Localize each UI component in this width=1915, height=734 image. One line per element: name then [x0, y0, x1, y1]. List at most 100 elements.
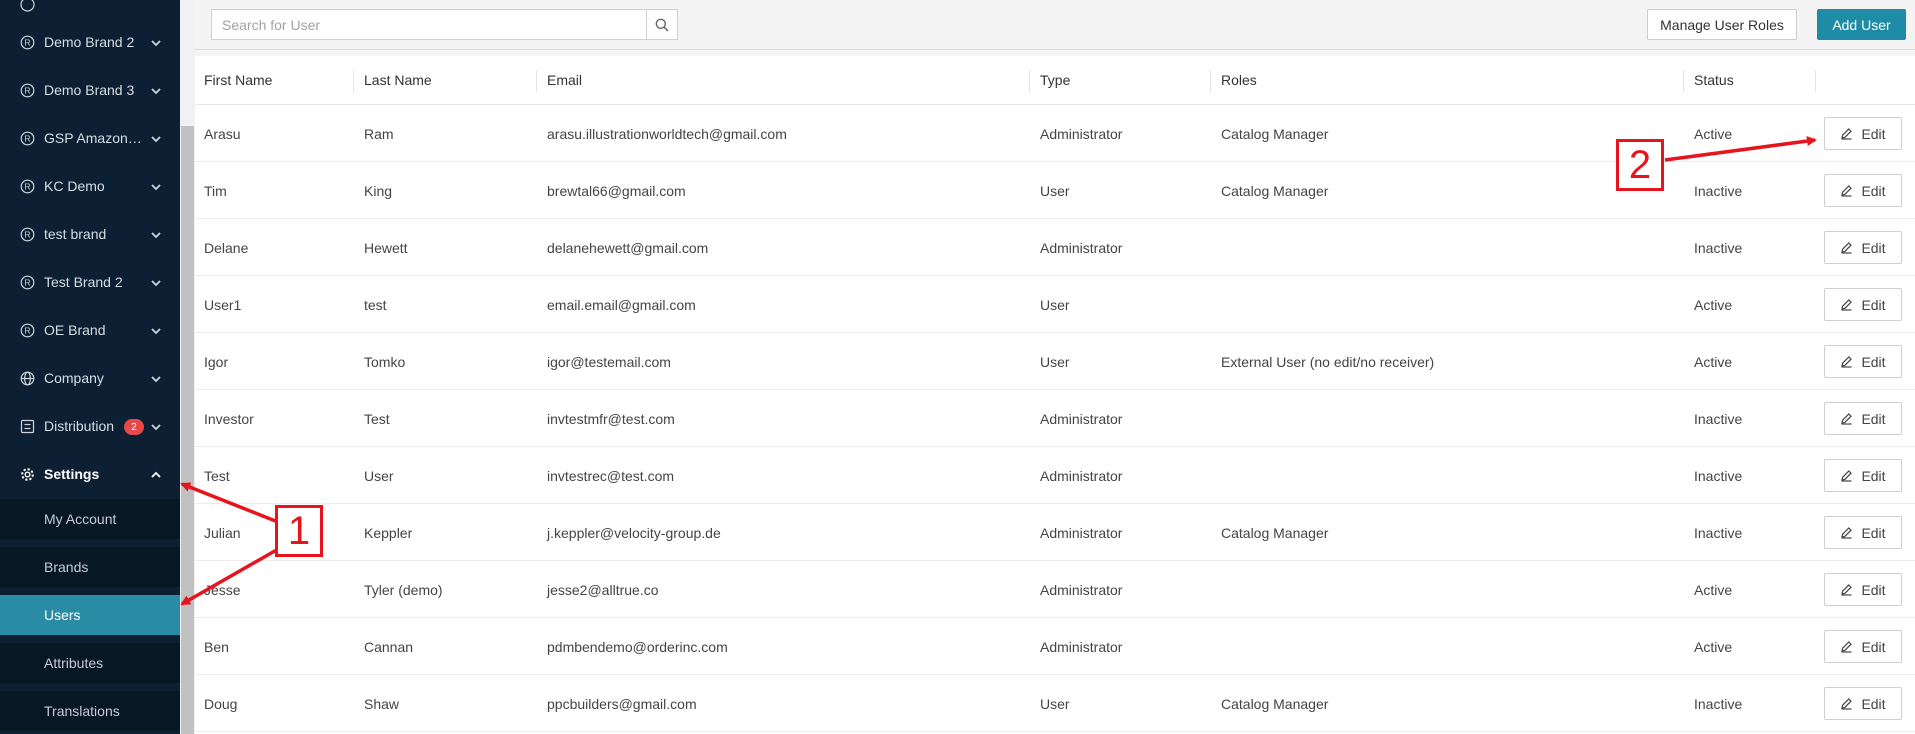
- sidebar-subitem-my-account[interactable]: My Account: [0, 499, 180, 539]
- pencil-icon: [1841, 356, 1853, 368]
- svg-text:R: R: [24, 229, 30, 239]
- edit-button[interactable]: Edit: [1824, 687, 1902, 720]
- sidebar-item-kc-demo[interactable]: R KC Demo: [0, 162, 180, 210]
- cell-email: j.keppler@velocity-group.de: [547, 524, 721, 541]
- cell-roles: [1212, 561, 1685, 618]
- cell-roles: Catalog Manager: [1221, 524, 1329, 541]
- gear-icon: [20, 467, 35, 482]
- cell-last-name: Tyler (demo): [364, 581, 443, 598]
- edit-label: Edit: [1861, 182, 1886, 199]
- cell-last-name: Test: [364, 410, 390, 427]
- edit-button[interactable]: Edit: [1824, 117, 1902, 150]
- sidebar-item-demo-brand-2[interactable]: R Demo Brand 2: [0, 18, 180, 66]
- chevron-down-icon: [150, 372, 162, 384]
- column-divider: [353, 70, 354, 92]
- cell-roles: [1212, 447, 1685, 504]
- search-button[interactable]: [646, 10, 677, 39]
- cell-email: brewtal66@gmail.com: [547, 182, 686, 199]
- cell-type: User: [1040, 182, 1070, 199]
- table-row: Delane Hewett delanehewett@gmail.com Admini…: [195, 219, 1915, 276]
- column-divider: [1815, 70, 1816, 92]
- sidebar-item-gsp-amazon-test[interactable]: R GSP Amazon test: [0, 114, 180, 162]
- pencil-icon: [1841, 584, 1853, 596]
- manage-user-roles-button[interactable]: Manage User Roles: [1647, 9, 1797, 40]
- edit-button[interactable]: Edit: [1824, 288, 1902, 321]
- cell-status: Active: [1694, 125, 1733, 142]
- edit-label: Edit: [1861, 695, 1886, 712]
- sidebar-item-company[interactable]: Company: [0, 354, 180, 402]
- table-row: Investor Test invtestmfr@test.com Administr…: [195, 390, 1915, 447]
- edit-label: Edit: [1861, 239, 1886, 256]
- table-row: Julian Keppler j.keppler@velocity-group.de…: [195, 504, 1915, 561]
- sidebar-scrollbar-thumb[interactable]: [181, 126, 194, 734]
- column-header-email[interactable]: Email: [538, 56, 1031, 105]
- edit-button[interactable]: Edit: [1824, 402, 1902, 435]
- sidebar-item-demo-brand-3[interactable]: R Demo Brand 3: [0, 66, 180, 114]
- chevron-down-icon: [150, 276, 162, 288]
- cell-first-name: User1: [204, 296, 242, 313]
- cell-roles: [1212, 390, 1685, 447]
- edit-button[interactable]: Edit: [1824, 231, 1902, 264]
- column-header-last-name[interactable]: Last Name: [355, 56, 538, 105]
- column-divider: [1683, 70, 1684, 92]
- sidebar-subitem-translations[interactable]: Translations: [0, 691, 180, 731]
- column-header-status[interactable]: Status: [1685, 56, 1815, 105]
- pencil-icon: [1841, 185, 1853, 197]
- pencil-icon: [1841, 641, 1853, 653]
- sidebar-item-distribution[interactable]: Distribution 2: [0, 402, 180, 450]
- cell-email: invtestmfr@test.com: [547, 410, 675, 427]
- column-header-roles[interactable]: Roles: [1212, 56, 1685, 105]
- column-header-type[interactable]: Type: [1031, 56, 1212, 105]
- pencil-icon: [1841, 128, 1853, 140]
- cell-roles: Catalog Manager: [1221, 125, 1329, 142]
- edit-button[interactable]: Edit: [1824, 174, 1902, 207]
- edit-button[interactable]: Edit: [1824, 573, 1902, 606]
- edit-label: Edit: [1861, 581, 1886, 598]
- sidebar-item-label: Demo Brand 3: [44, 82, 135, 98]
- registered-icon: R: [20, 179, 35, 194]
- sidebar-item-test-brand[interactable]: Rtest brand: [0, 210, 180, 258]
- registered-icon: R: [20, 275, 35, 290]
- cell-first-name: Investor: [204, 410, 254, 427]
- cell-first-name: Tim: [204, 182, 227, 199]
- cell-first-name: Doug: [204, 695, 238, 712]
- cell-roles: [1212, 618, 1685, 675]
- cell-email: arasu.illustrationworldtech@gmail.com: [547, 125, 787, 142]
- edit-button[interactable]: Edit: [1824, 516, 1902, 549]
- distribution-icon: [20, 419, 35, 434]
- cell-last-name: User: [364, 467, 394, 484]
- registered-icon: R: [20, 323, 35, 338]
- cell-first-name: Delane: [204, 239, 249, 256]
- edit-button[interactable]: Edit: [1824, 345, 1902, 378]
- sidebar-item-test-brand-2[interactable]: R Test Brand 2: [0, 258, 180, 306]
- edit-label: Edit: [1861, 410, 1886, 427]
- table-row: Jesse Tyler (demo) jesse2@alltrue.co Admini…: [195, 561, 1915, 618]
- cell-last-name: King: [364, 182, 393, 199]
- notification-badge: 2: [124, 419, 144, 435]
- edit-button[interactable]: Edit: [1824, 459, 1902, 492]
- edit-button[interactable]: Edit: [1824, 630, 1902, 663]
- registered-icon: R: [20, 131, 35, 146]
- sidebar-subitem-brands[interactable]: Brands: [0, 547, 180, 587]
- sidebar-subitem-attributes[interactable]: Attributes: [0, 643, 180, 683]
- sidebar-item-label: Test Brand 2: [44, 274, 123, 290]
- sidebar-subitem-users[interactable]: Users: [0, 595, 180, 635]
- column-header-first-name[interactable]: First Name: [195, 56, 355, 105]
- cell-status: Active: [1694, 581, 1733, 598]
- svg-text:R: R: [24, 37, 30, 47]
- chevron-down-icon: [150, 420, 162, 432]
- globe-icon: [20, 371, 35, 386]
- annotation-callout-1: 1: [275, 505, 323, 557]
- add-user-button[interactable]: Add User: [1817, 9, 1906, 40]
- sidebar-item-label: GSP Amazon test: [44, 130, 144, 146]
- sidebar-item-oe-brand[interactable]: R OE Brand: [0, 306, 180, 354]
- search-input[interactable]: [212, 10, 646, 39]
- edit-label: Edit: [1861, 353, 1886, 370]
- cell-email: email.email@gmail.com: [547, 296, 696, 313]
- cell-type: User: [1040, 695, 1070, 712]
- cell-type: Administrator: [1040, 638, 1123, 655]
- cell-status: Inactive: [1694, 524, 1743, 541]
- cell-status: Inactive: [1694, 695, 1743, 712]
- sidebar-item-settings[interactable]: Settings: [0, 450, 180, 498]
- cell-email: ppcbuilders@gmail.com: [547, 695, 697, 712]
